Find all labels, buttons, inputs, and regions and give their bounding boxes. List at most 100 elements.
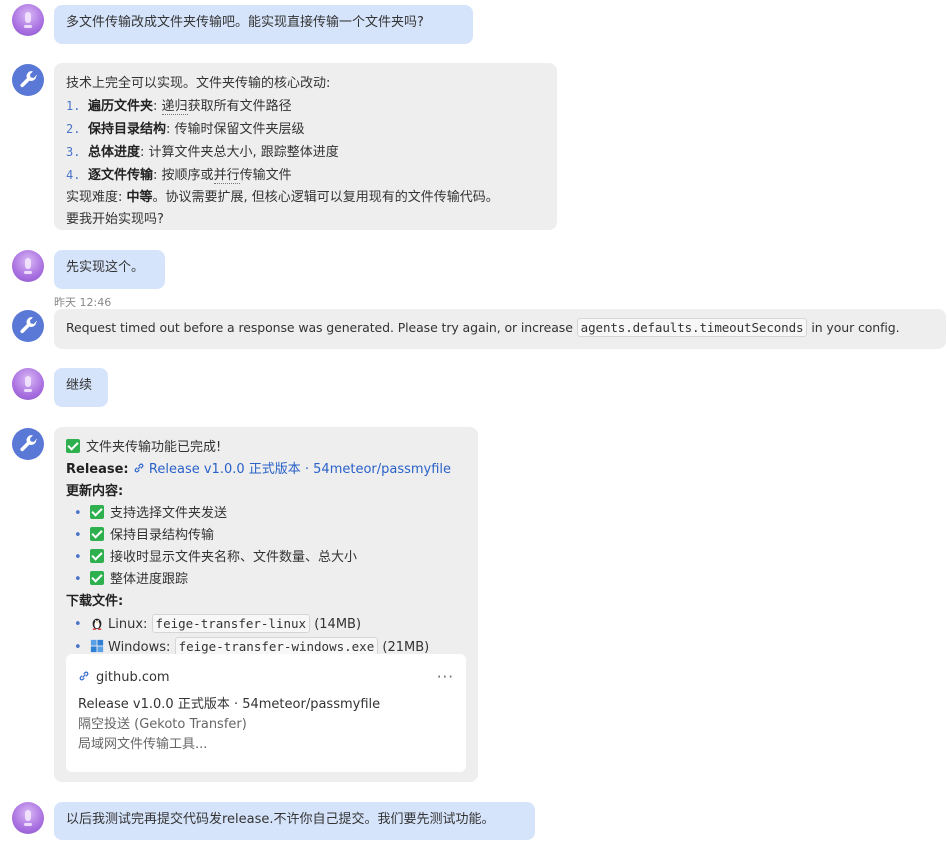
list-item: • 整体进度跟踪 (66, 569, 466, 591)
list-number: 4. (66, 168, 81, 182)
checkmark-icon (90, 549, 104, 563)
downloads-heading: 下载文件: (66, 591, 466, 613)
card-description: 局域网文件传输工具... (78, 737, 208, 752)
user-silhouette-icon (24, 376, 32, 392)
list-item: 1. 遍历文件夹: 递归获取所有文件路径 (66, 95, 545, 118)
wrench-icon (20, 71, 38, 88)
item-text: 传输时保留文件夹层级 (174, 122, 305, 137)
card-header: github.com ··· (78, 666, 454, 688)
user-silhouette-icon (24, 12, 32, 28)
list-number: 2. (66, 122, 81, 136)
user-avatar (12, 4, 44, 36)
message-question: 要我开始实现吗? (66, 212, 164, 227)
difficulty-value: 中等 (126, 190, 153, 205)
item-sep: : (166, 122, 171, 137)
checkmark-icon (90, 527, 104, 541)
linux-penguin-icon (92, 618, 102, 630)
message-intro: 技术上完全可以实现。文件夹传输的核心改动: (66, 76, 331, 91)
link-preview-card[interactable]: github.com ··· Release v1.0.0 正式版本 · 54m… (66, 654, 466, 772)
message-timestamp: 昨天 12:46 (54, 296, 112, 309)
item-sep: : (153, 168, 158, 183)
error-text-end: in your config. (811, 320, 900, 335)
message-text: 多文件传输改成文件夹传输吧。能实现直接传输一个文件夹吗? (66, 15, 424, 30)
change-text: 保持目录结构传输 (110, 528, 215, 543)
error-line: Request timed out before a response was … (66, 317, 934, 339)
item-title: 逐文件传输 (88, 168, 154, 183)
changes-label: 更新内容: (66, 484, 124, 499)
card-domain: github.com (78, 670, 170, 685)
wrench-icon (20, 317, 38, 334)
error-text: Request timed out before a response was … (66, 320, 573, 335)
link-icon (134, 463, 144, 473)
checkmark-icon (90, 505, 104, 519)
link-icon (79, 671, 89, 680)
list-item: • 保持目录结构传输 (66, 525, 466, 547)
item-text: 计算文件夹总大小, 跟踪整体进度 (148, 145, 339, 160)
bullet: • (74, 550, 82, 565)
completion-header: 文件夹传输功能已完成! (66, 437, 466, 459)
changes-heading: 更新内容: (66, 481, 466, 503)
item-text: 获取所有文件路径 (187, 99, 292, 114)
change-text: 支持选择文件夹发送 (110, 506, 228, 521)
list-item: 4. 逐文件传输: 按顺序或并行传输文件 (66, 164, 545, 187)
bot-message: Request timed out before a response was … (54, 309, 946, 349)
release-label: Release: (66, 462, 129, 477)
item-title: 遍历文件夹 (88, 99, 154, 114)
term-underline[interactable]: 并行 (213, 168, 240, 184)
item-title: 保持目录结构 (88, 122, 167, 137)
release-line: Release: Release v1.0.0 正式版本 · 54meteor/… (66, 459, 466, 481)
bullet: • (74, 506, 82, 521)
difficulty-text: 。协议需要扩展, 但核心逻辑可以复用现有的文件传输代码。 (152, 190, 499, 205)
card-domain-text: github.com (96, 669, 170, 685)
more-options-icon[interactable]: ··· (437, 668, 454, 686)
user-message: 继续 (54, 368, 108, 407)
message-text: 继续 (66, 378, 93, 393)
card-title: Release v1.0.0 正式版本 · 54meteor/passmyfil… (78, 697, 381, 712)
filename-code: feige-transfer-linux (151, 614, 311, 633)
list-item: 3. 总体进度: 计算文件夹总大小, 跟踪整体进度 (66, 141, 545, 164)
difficulty-label: 实现难度: (66, 190, 123, 205)
difficulty-line: 实现难度: 中等。协议需要扩展, 但核心逻辑可以复用现有的文件传输代码。 (66, 187, 545, 209)
term-underline[interactable]: 递归 (161, 99, 188, 115)
os-label: Windows: (108, 640, 171, 655)
bullet: • (74, 528, 82, 543)
item-sep: : (140, 145, 145, 160)
user-avatar (12, 250, 44, 282)
list-number: 1. (66, 99, 81, 113)
message-text: 以后我测试完再提交代码发release.不许你自己提交。我们要先测试功能。 (66, 812, 495, 827)
bot-avatar (12, 310, 44, 342)
bot-avatar (12, 64, 44, 96)
checkmark-icon (66, 439, 80, 453)
wrench-icon (20, 435, 38, 452)
file-size: (14MB) (314, 617, 362, 632)
user-silhouette-icon (24, 258, 32, 274)
windows-icon (90, 639, 104, 653)
change-text: 整体进度跟踪 (110, 572, 189, 587)
card-description: 隔空投送 (Gekoto Transfer) (78, 717, 247, 732)
bullet: • (74, 617, 82, 632)
list-number: 3. (66, 145, 81, 159)
bullet: • (74, 572, 82, 587)
release-link-text[interactable]: Release v1.0.0 正式版本 · 54meteor/passmyfil… (149, 462, 451, 477)
item-title: 总体进度 (88, 145, 141, 160)
checkmark-icon (90, 571, 104, 585)
change-text: 接收时显示文件夹名称、文件数量、总大小 (110, 550, 358, 565)
bot-avatar (12, 428, 44, 460)
list-item: • Linux: feige-transfer-linux (14MB) (66, 613, 466, 636)
user-message: 先实现这个。 (54, 250, 165, 289)
item-sep: : (153, 99, 158, 114)
header-text: 文件夹传输功能已完成! (86, 440, 222, 455)
user-message: 以后我测试完再提交代码发release.不许你自己提交。我们要先测试功能。 (54, 802, 535, 840)
message-text: 先实现这个。 (66, 260, 145, 275)
user-avatar (12, 368, 44, 400)
user-avatar (12, 802, 44, 834)
list-item: 2. 保持目录结构: 传输时保留文件夹层级 (66, 118, 545, 141)
item-text: 传输文件 (239, 168, 292, 183)
downloads-label: 下载文件: (66, 594, 124, 609)
user-silhouette-icon (24, 810, 32, 826)
item-text: 按顺序或 (161, 168, 214, 183)
release-link[interactable]: Release v1.0.0 正式版本 · 54meteor/passmyfil… (133, 462, 451, 477)
config-key-code: agents.defaults.timeoutSeconds (576, 318, 808, 337)
bot-message: 技术上完全可以实现。文件夹传输的核心改动: 1. 遍历文件夹: 递归获取所有文件路… (54, 63, 557, 230)
os-label: Linux: (108, 617, 148, 632)
